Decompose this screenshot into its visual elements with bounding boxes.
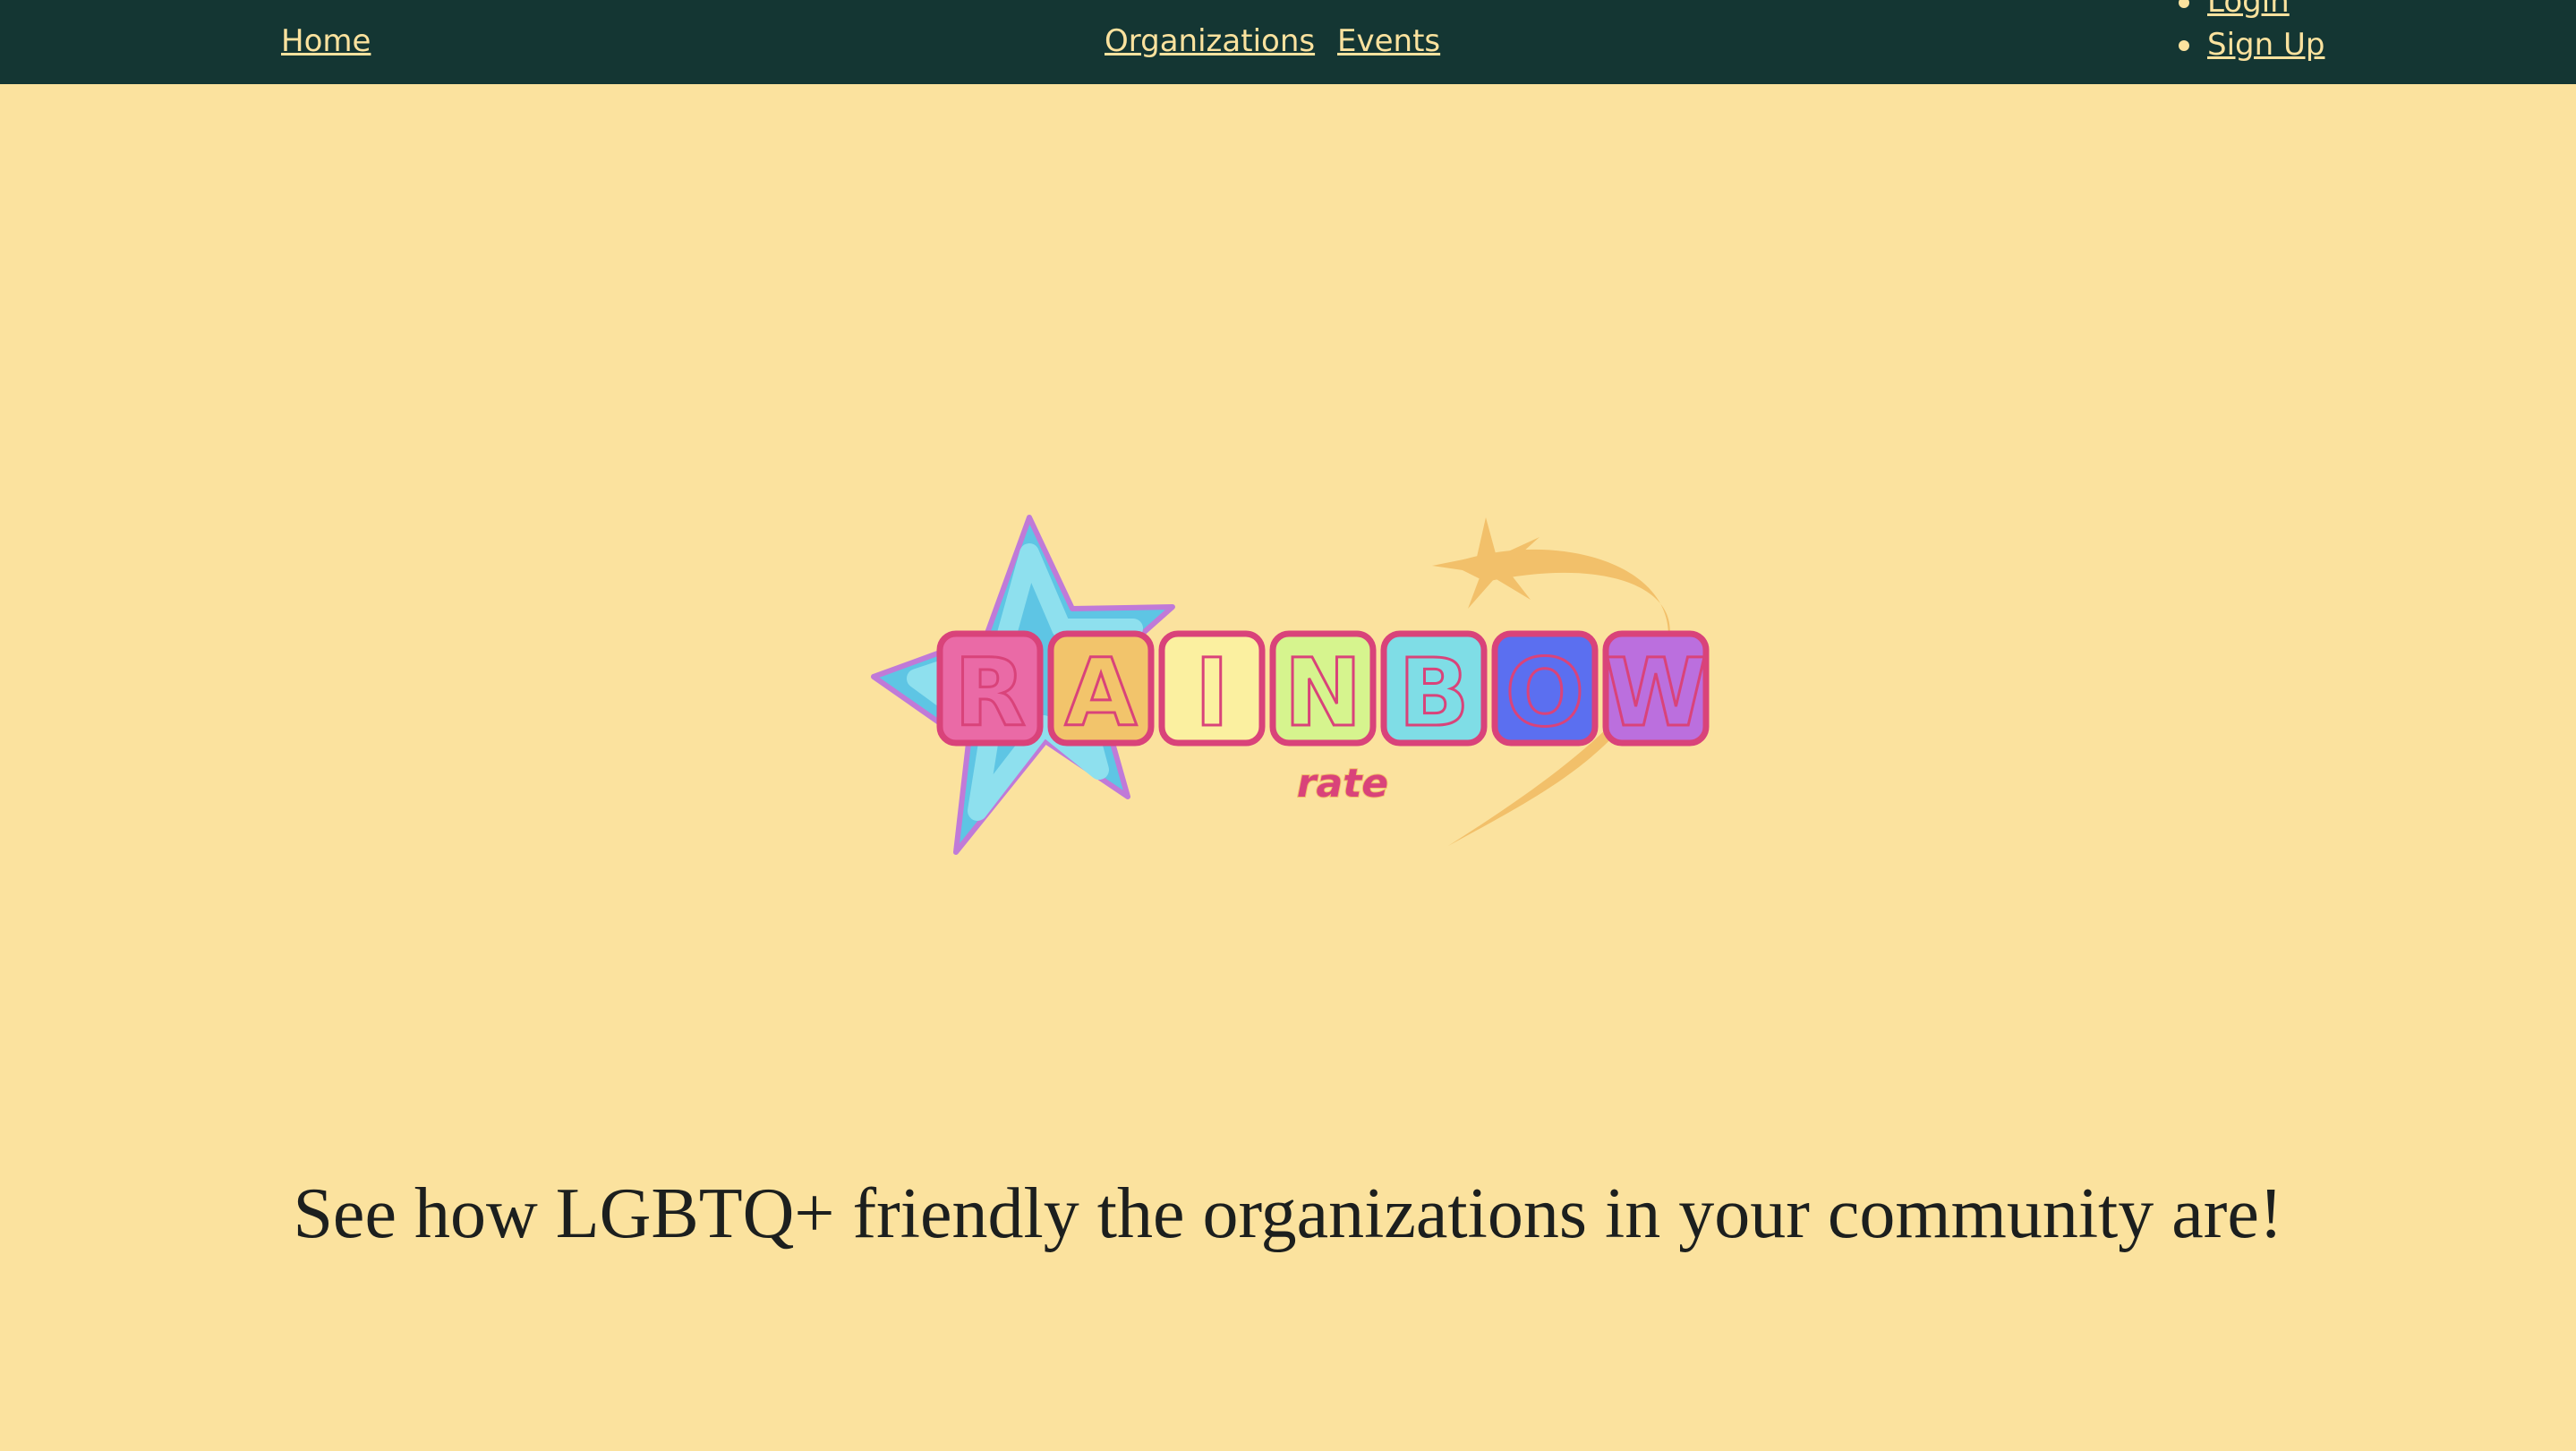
logo-letter: W [1605, 638, 1708, 747]
logo-subtitle: rate [1297, 761, 1388, 807]
logo-letter: I [1195, 638, 1230, 747]
nav-events-link[interactable]: Events [1337, 23, 1440, 59]
logo-letter: O [1506, 638, 1584, 747]
login-link[interactable]: Login [2207, 0, 2290, 20]
rainbow-rate-logo: RAINBOW rate [871, 515, 1710, 855]
logo-letter: N [1284, 638, 1361, 747]
nav-home-link[interactable]: Home [281, 23, 371, 59]
navbar: Home Organizations Events Login Sign Up [0, 0, 2576, 84]
auth-item-signup: Sign Up [2179, 23, 2324, 66]
auth-links: Login Sign Up [2179, 0, 2324, 66]
hero-tagline: See how LGBTQ+ friendly the organization… [293, 1174, 2283, 1253]
auth-item-login: Login [2179, 0, 2324, 23]
logo-letter: R [954, 638, 1026, 747]
bullet-icon [2179, 0, 2189, 8]
logo-letters: RAINBOW [936, 630, 1710, 749]
nav-organizations-link[interactable]: Organizations [1105, 23, 1315, 59]
bullet-icon [2179, 40, 2189, 51]
logo-letter: A [1065, 638, 1138, 747]
signup-link[interactable]: Sign Up [2207, 27, 2324, 63]
logo-letter: B [1398, 638, 1469, 747]
